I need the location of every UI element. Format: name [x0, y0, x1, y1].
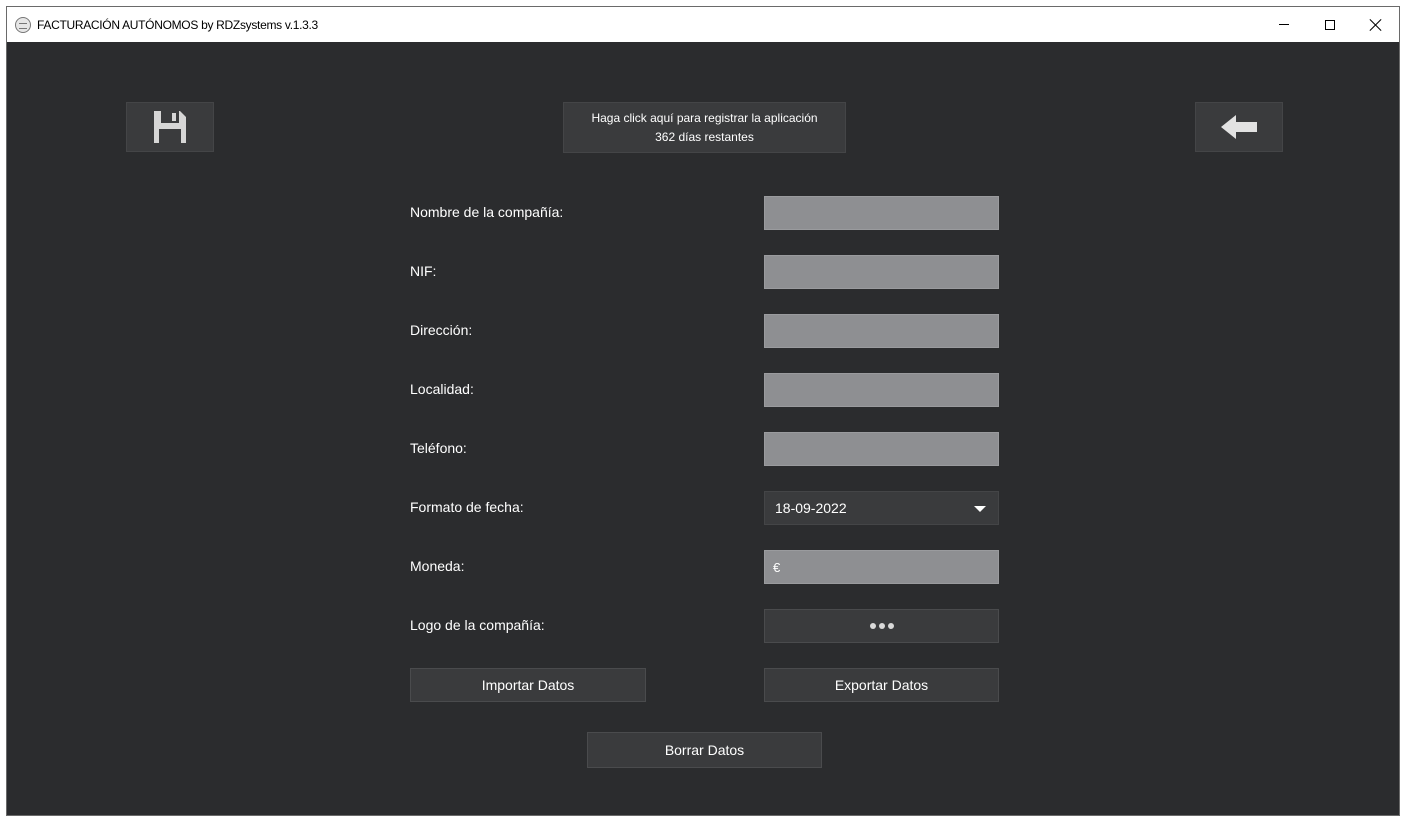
minimize-button[interactable] — [1261, 7, 1307, 42]
days-remaining-label: 362 días restantes — [655, 129, 754, 144]
phone-input[interactable] — [765, 433, 998, 465]
nif-label: NIF: — [410, 263, 437, 279]
title-bar: FACTURACIÓN AUTÓNOMOS by RDZsystems v.1.… — [7, 7, 1399, 42]
company-name-field[interactable] — [764, 196, 999, 230]
save-button[interactable] — [126, 102, 214, 152]
currency-field[interactable] — [764, 550, 999, 584]
close-button[interactable] — [1353, 7, 1399, 42]
nif-input[interactable] — [765, 256, 998, 288]
settings-panel: Haga click aquí para registrar la aplica… — [7, 42, 1399, 815]
nif-field[interactable] — [764, 255, 999, 289]
phone-label: Teléfono: — [410, 440, 467, 456]
company-name-label: Nombre de la compañía: — [410, 204, 564, 220]
locality-label: Localidad: — [410, 381, 474, 397]
export-data-button[interactable]: Exportar Datos — [764, 668, 999, 702]
chevron-down-icon — [974, 506, 986, 512]
date-format-label: Formato de fecha: — [410, 499, 524, 515]
app-icon — [15, 16, 31, 33]
window-controls — [1261, 7, 1399, 42]
maximize-button[interactable] — [1307, 7, 1353, 42]
maximize-icon — [1325, 19, 1335, 30]
minimize-icon — [1279, 24, 1289, 25]
delete-data-label: Borrar Datos — [664, 742, 745, 758]
floppy-disk-icon — [154, 111, 186, 143]
logo-label: Logo de la compañía: — [410, 617, 545, 633]
import-data-label: Importar Datos — [481, 677, 575, 693]
date-format-select[interactable]: 18-09-2022 — [764, 491, 999, 525]
locality-input[interactable] — [765, 374, 998, 406]
arrow-left-icon — [1221, 115, 1257, 139]
register-application-button[interactable]: Haga click aquí para registrar la aplica… — [563, 102, 846, 153]
date-format-value: 18-09-2022 — [775, 500, 847, 516]
locality-field[interactable] — [764, 373, 999, 407]
export-data-label: Exportar Datos — [834, 677, 929, 693]
currency-input[interactable] — [765, 551, 998, 583]
address-input[interactable] — [765, 315, 998, 347]
window-title: FACTURACIÓN AUTÓNOMOS by RDZsystems v.1.… — [37, 17, 318, 32]
logo-browse-button[interactable] — [764, 609, 999, 643]
import-data-button[interactable]: Importar Datos — [410, 668, 646, 702]
app-window: FACTURACIÓN AUTÓNOMOS by RDZsystems v.1.… — [6, 6, 1400, 816]
address-field[interactable] — [764, 314, 999, 348]
address-label: Dirección: — [410, 322, 473, 338]
more-dots-icon — [869, 623, 894, 629]
currency-label: Moneda: — [410, 558, 465, 574]
delete-data-button[interactable]: Borrar Datos — [587, 732, 822, 768]
back-button[interactable] — [1195, 102, 1283, 152]
register-label: Haga click aquí para registrar la aplica… — [591, 110, 818, 125]
company-name-input[interactable] — [765, 197, 998, 229]
phone-field[interactable] — [764, 432, 999, 466]
close-icon — [1370, 19, 1382, 31]
